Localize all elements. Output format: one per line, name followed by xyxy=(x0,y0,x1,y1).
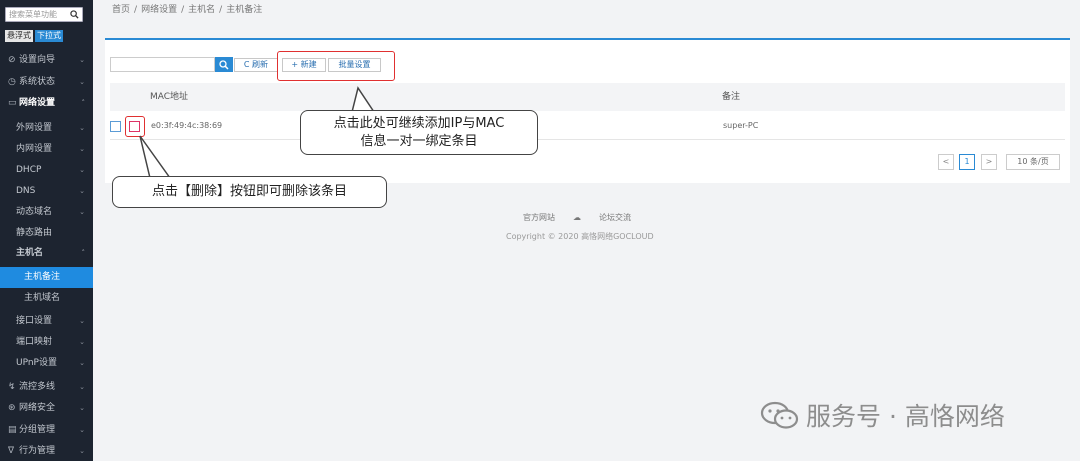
callout-add-entry: 点击此处可继续添加IP与MAC 信息一对一绑定条目 xyxy=(300,110,538,155)
callout-add-line2: 信息一对一绑定条目 xyxy=(360,134,478,149)
wechat-icon xyxy=(760,401,799,429)
watermark: 服务号 · 高恪网络 xyxy=(760,397,1005,433)
watermark-text: 服务号 · 高恪网络 xyxy=(806,402,1005,431)
callout-delete: 点击【删除】按钮即可删除该条目 xyxy=(112,176,387,208)
callout-add-line1: 点击此处可继续添加IP与MAC xyxy=(333,116,505,131)
callout-pointers xyxy=(139,86,376,179)
